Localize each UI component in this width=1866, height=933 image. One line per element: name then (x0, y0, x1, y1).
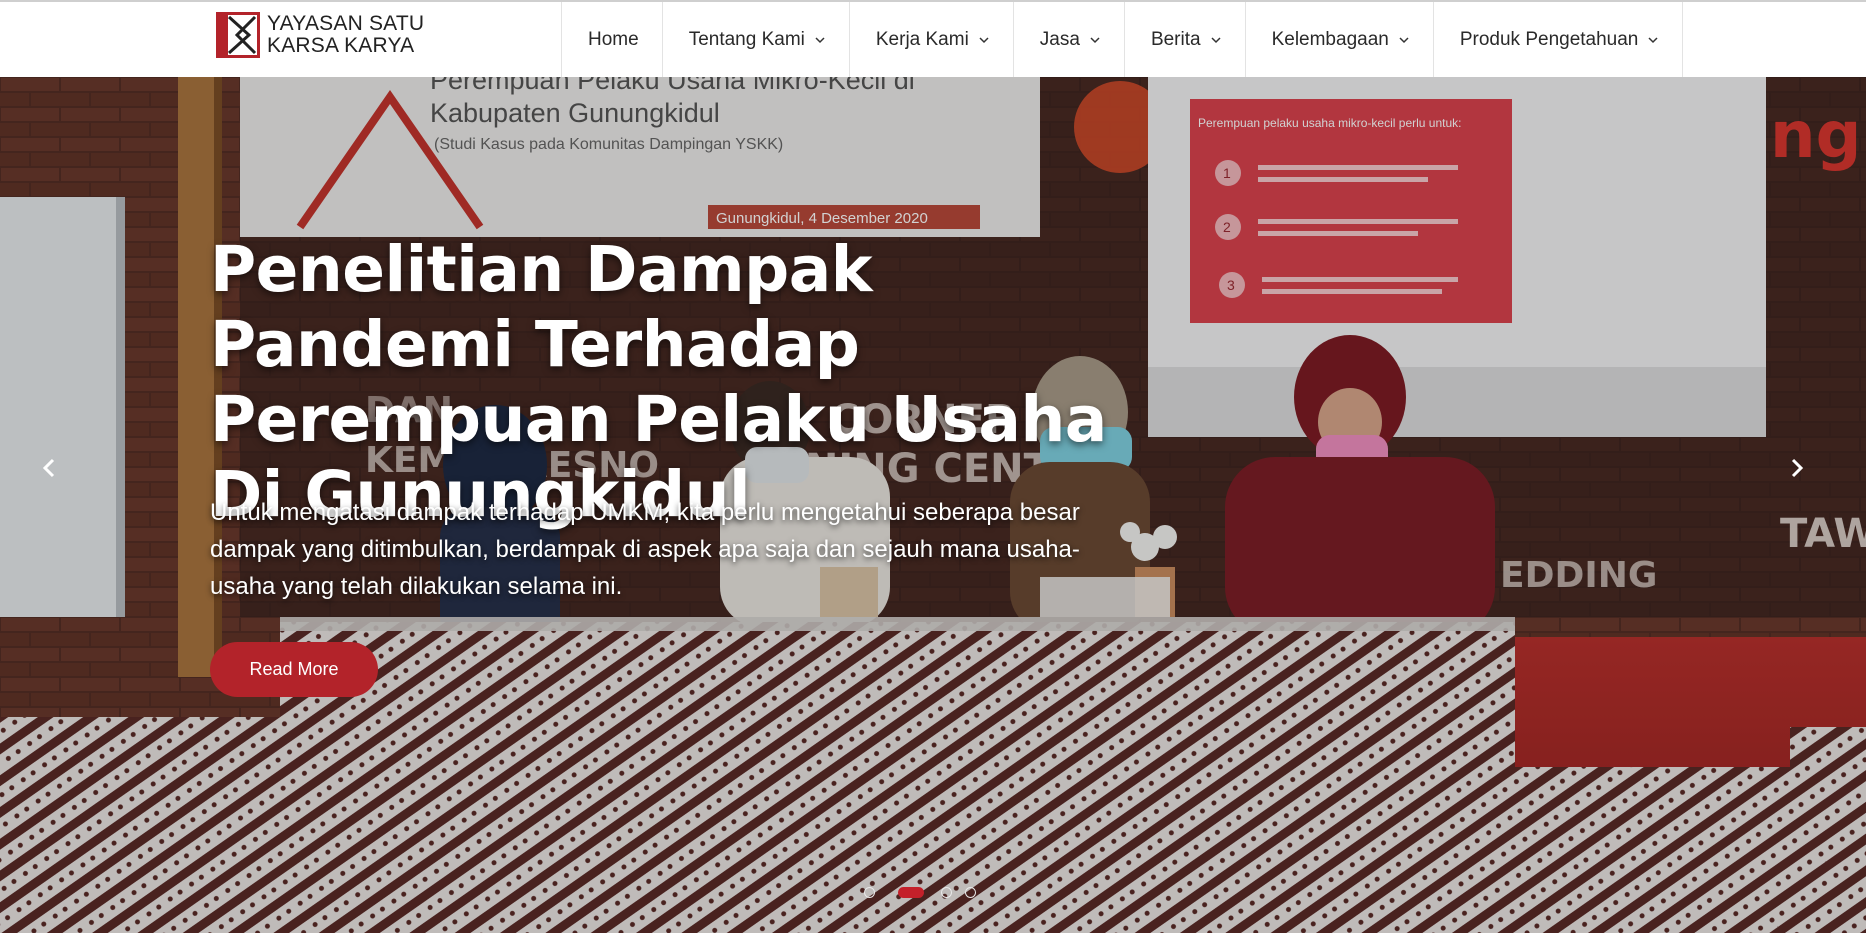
nav-item-home[interactable]: Home (561, 2, 662, 77)
main-nav: Home Tentang Kami Kerja Kami Jasa Berita… (561, 2, 1684, 77)
chevron-down-icon (1647, 34, 1659, 46)
brand-name: YAYASAN SATU KARSA KARYA (267, 13, 424, 57)
chevron-down-icon (978, 34, 990, 46)
nav-item-kerja-kami[interactable]: Kerja Kami (848, 2, 1013, 77)
brand-line-2: KARSA KARYA (267, 34, 415, 57)
nav-item-kelembagaan[interactable]: Kelembagaan (1244, 2, 1433, 77)
slider-dot-active[interactable] (898, 887, 924, 898)
nav-item-berita[interactable]: Berita (1123, 2, 1245, 77)
nav-item-jasa[interactable]: Jasa (1012, 2, 1124, 77)
hero-description: Untuk mengatasi dampak terhadap UMKM, ki… (210, 499, 1080, 600)
site-logo[interactable]: YAYASAN SATU KARSA KARYA (216, 12, 424, 58)
chevron-down-icon (1398, 34, 1410, 46)
nav-item-label: Kelembagaan (1271, 28, 1389, 50)
slider-next-button[interactable] (1782, 453, 1812, 483)
chevron-down-icon (814, 34, 826, 46)
slider-prev-button[interactable] (34, 453, 64, 483)
nav-item-tentang-kami[interactable]: Tentang Kami (661, 2, 849, 77)
nav-item-label: Kerja Kami (875, 28, 969, 50)
nav-item-label: Home (588, 28, 639, 50)
nav-item-label: Jasa (1039, 28, 1080, 50)
hero-slider: CORNER + INING CENTER KEMBU RESNO DAN TA… (0, 77, 1866, 933)
nav-item-produk-pengetahuan[interactable]: Produk Pengetahuan (1432, 2, 1683, 77)
slider-dot[interactable] (941, 887, 952, 898)
chevron-left-icon (42, 458, 55, 478)
slider-dot[interactable] (965, 887, 976, 898)
site-header: YAYASAN SATU KARSA KARYA Home Tentang Ka… (0, 0, 1866, 77)
nav-item-label: Produk Pengetahuan (1459, 28, 1639, 50)
logo-mark-icon (216, 12, 260, 58)
brand-line-1: YAYASAN SATU (267, 12, 425, 35)
chevron-down-icon (1210, 34, 1222, 46)
nav-item-label: Berita (1150, 28, 1201, 50)
chevron-down-icon (1089, 34, 1101, 46)
chevron-right-icon (1791, 458, 1804, 478)
read-more-button[interactable]: Read More (210, 642, 378, 697)
slider-pagination (864, 887, 989, 898)
hero-title: Penelitian Dampak Pandemi Terhadap Perem… (210, 233, 1107, 531)
slider-dot[interactable] (864, 887, 875, 898)
nav-item-label: Tentang Kami (688, 28, 805, 50)
